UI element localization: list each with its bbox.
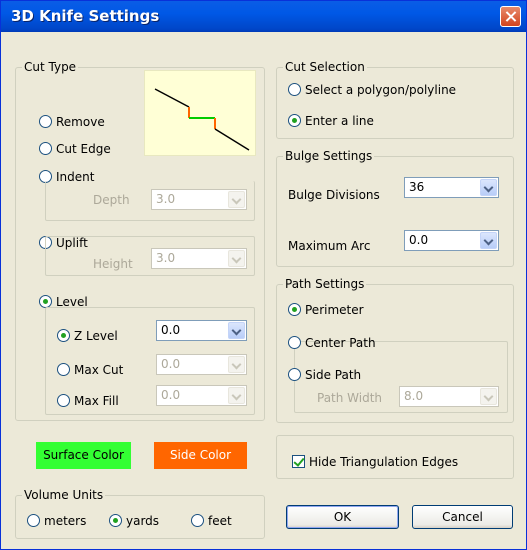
cut-preview-image <box>144 70 256 156</box>
polygon-label: Select a polygon/polyline <box>305 83 457 97</box>
cut-edge-label: Cut Edge <box>56 142 111 156</box>
cut-selection-polygon-radio[interactable]: Select a polygon/polyline <box>288 82 456 98</box>
volume-units-legend: Volume Units <box>22 487 106 503</box>
z-level-value: 0.0 <box>161 323 181 337</box>
radio-z-level-indicator <box>57 329 70 342</box>
radio-center-indicator <box>288 336 301 349</box>
perimeter-label: Perimeter <box>305 303 364 317</box>
bulge-settings-legend: Bulge Settings <box>283 148 375 164</box>
chevron-down-icon <box>480 179 497 196</box>
radio-max-cut-indicator <box>57 363 70 376</box>
side-color-button[interactable]: Side Color <box>154 442 247 469</box>
path-width-value: 8.0 <box>404 389 424 403</box>
radio-yards-indicator <box>109 514 122 527</box>
cut-profile-diagram <box>154 88 250 151</box>
side-path-label: Side Path <box>305 368 362 382</box>
radio-meters-indicator <box>27 514 40 527</box>
title-bar[interactable]: 3D Knife Settings <box>1 1 526 32</box>
level-max-fill-radio[interactable]: Max Fill <box>57 393 119 409</box>
max-fill-select[interactable]: 0.0 <box>156 385 247 406</box>
max-fill-label: Max Fill <box>74 394 119 408</box>
path-center-radio[interactable]: Center Path <box>288 335 376 351</box>
remove-label: Remove <box>56 115 105 129</box>
radio-polygon-indicator <box>288 83 301 96</box>
chevron-down-icon <box>228 250 245 267</box>
path-settings-legend: Path Settings <box>283 276 367 292</box>
max-fill-value: 0.0 <box>161 388 181 402</box>
radio-feet-indicator <box>191 514 204 527</box>
path-side-radio[interactable]: Side Path <box>288 367 361 383</box>
level-max-cut-radio[interactable]: Max Cut <box>57 362 123 378</box>
cut-selection-line-radio[interactable]: Enter a line <box>288 113 374 129</box>
chevron-down-icon <box>228 191 245 208</box>
bulge-divisions-label: Bulge Divisions <box>288 188 380 202</box>
z-level-label: Z Level <box>74 329 118 343</box>
max-cut-select[interactable]: 0.0 <box>156 354 247 375</box>
cancel-label: Cancel <box>442 510 483 524</box>
chevron-down-icon <box>228 387 245 404</box>
line-label: Enter a line <box>305 114 374 128</box>
surface-color-label: Surface Color <box>43 448 124 462</box>
center-path-label: Center Path <box>305 336 376 350</box>
level-z-level-radio[interactable]: Z Level <box>57 328 118 344</box>
cut-type-legend: Cut Type <box>22 59 79 75</box>
z-level-select[interactable]: 0.0 <box>156 320 247 341</box>
maximum-arc-select[interactable]: 0.0 <box>404 230 499 251</box>
yards-label: yards <box>126 514 160 528</box>
cancel-button[interactable]: Cancel <box>412 505 513 529</box>
radio-max-fill-indicator <box>57 394 70 407</box>
volume-yards-radio[interactable]: yards <box>109 513 159 529</box>
cut-selection-legend: Cut Selection <box>283 59 367 75</box>
path-width-select[interactable]: 8.0 <box>399 386 499 407</box>
chevron-down-icon <box>480 232 497 249</box>
maximum-arc-label: Maximum Arc <box>288 239 371 253</box>
max-cut-label: Max Cut <box>74 363 124 377</box>
surface-color-button[interactable]: Surface Color <box>36 442 131 469</box>
radio-cut-edge-indicator <box>39 142 52 155</box>
hide-triangulation-checkbox[interactable]: Hide Triangulation Edges <box>292 454 458 470</box>
depth-value: 3.0 <box>156 192 176 206</box>
path-width-label: Path Width <box>317 391 383 405</box>
cut-type-cut-edge-radio[interactable]: Cut Edge <box>39 141 111 157</box>
chevron-down-icon <box>480 388 497 405</box>
bulge-divisions-value: 36 <box>409 180 425 194</box>
path-perimeter-radio[interactable]: Perimeter <box>288 302 364 318</box>
ok-button[interactable]: OK <box>286 505 399 529</box>
bulge-divisions-select[interactable]: 36 <box>404 177 499 198</box>
window-title: 3D Knife Settings <box>11 7 160 25</box>
dialog-window: 3D Knife Settings Cut Type Remove Cut Ed… <box>0 0 527 550</box>
volume-feet-radio[interactable]: feet <box>191 513 232 529</box>
hide-triangulation-label: Hide Triangulation Edges <box>309 455 459 469</box>
close-button[interactable] <box>500 6 521 27</box>
max-cut-value: 0.0 <box>161 357 181 371</box>
chevron-down-icon <box>228 322 245 339</box>
feet-label: feet <box>208 514 232 528</box>
maximum-arc-value: 0.0 <box>409 233 429 247</box>
depth-select[interactable]: 3.0 <box>151 189 247 210</box>
depth-label: Depth <box>93 193 130 207</box>
height-label: Height <box>93 257 133 271</box>
preview-right-line <box>214 128 250 151</box>
cut-type-remove-radio[interactable]: Remove <box>39 114 105 130</box>
height-value: 3.0 <box>156 251 176 265</box>
side-color-label: Side Color <box>169 448 232 462</box>
volume-meters-radio[interactable]: meters <box>27 513 86 529</box>
ok-label: OK <box>333 510 352 524</box>
radio-side-indicator <box>288 368 301 381</box>
chevron-down-icon <box>228 356 245 373</box>
radio-perimeter-indicator <box>288 303 301 316</box>
checkbox-indicator <box>292 455 305 468</box>
height-select[interactable]: 3.0 <box>151 248 247 269</box>
radio-remove-indicator <box>39 115 52 128</box>
radio-line-indicator <box>288 114 301 127</box>
meters-label: meters <box>44 514 87 528</box>
preview-left-line <box>154 88 190 108</box>
